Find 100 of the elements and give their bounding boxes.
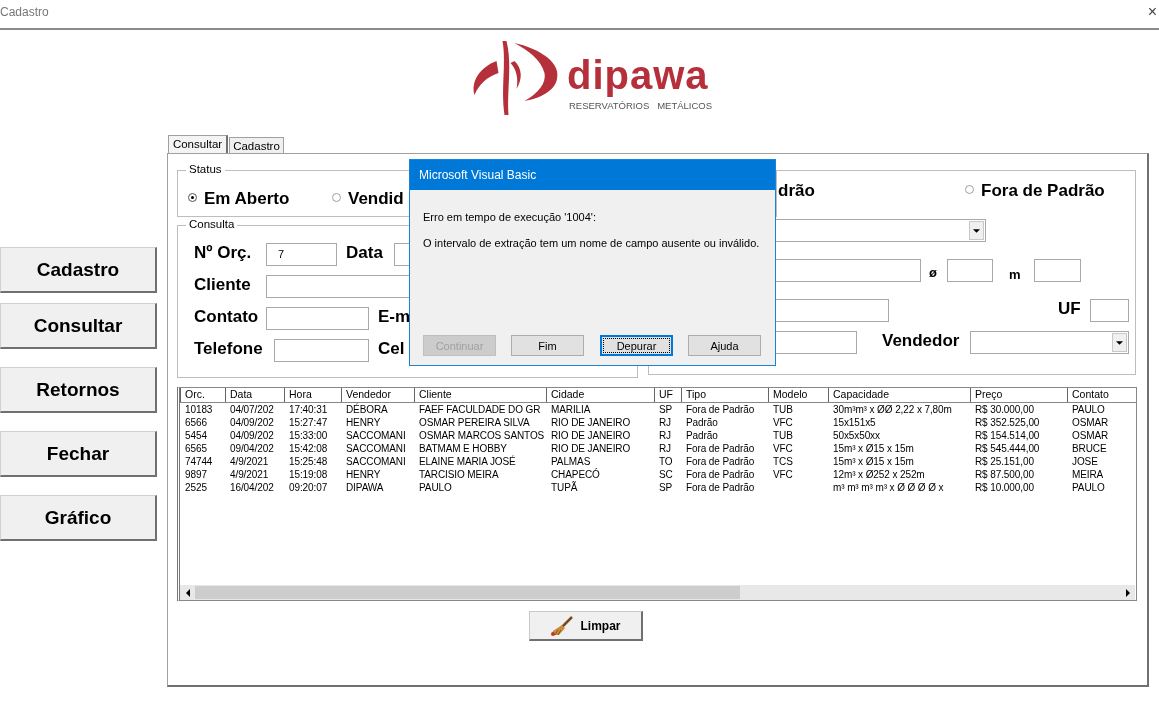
table-cell-text: 04/09/202 xyxy=(229,416,275,429)
column-header[interactable]: Cidade xyxy=(546,388,654,402)
error-message: Erro em tempo de execução '1004': xyxy=(423,211,596,223)
table-cell-text: 15:42:08 xyxy=(288,442,329,455)
table-cell-text: R$ 25.151,00 xyxy=(974,455,1035,468)
telephone-field[interactable] xyxy=(274,339,369,362)
table-cell-text: TUB xyxy=(772,403,794,416)
radio-label: Vendid xyxy=(348,188,404,210)
column-header[interactable]: Preço xyxy=(970,388,1067,402)
table-cell-text: PALMAS xyxy=(550,455,592,468)
uf-field[interactable] xyxy=(1090,299,1129,322)
table-cell-text: OSMAR xyxy=(1071,416,1110,429)
group-title: Consulta xyxy=(186,218,238,230)
diameter-field[interactable] xyxy=(947,259,993,282)
radio-label: drão xyxy=(778,180,815,202)
field-label: E-m xyxy=(378,306,411,328)
column-header[interactable]: Hora xyxy=(284,388,341,402)
column-header[interactable]: Cliente xyxy=(414,388,546,402)
column-header[interactable]: Modelo xyxy=(768,388,828,402)
table-cell-text: R$ 545.444,00 xyxy=(974,442,1041,455)
table-cell-text: 04/09/202 xyxy=(229,429,275,442)
column-header[interactable]: UF xyxy=(654,388,681,402)
radio-button[interactable] xyxy=(332,193,341,202)
table-cell-text: Fora de Padrão xyxy=(685,403,756,416)
dialog-button[interactable]: Depurar xyxy=(600,335,673,356)
table-cell-text: SACCOMANI xyxy=(345,442,407,455)
close-button[interactable]: × xyxy=(1147,3,1157,21)
table-cell-text: VFC xyxy=(772,416,794,429)
table-cell-text: 15x151x5 xyxy=(832,416,877,429)
radio-button[interactable] xyxy=(188,193,197,202)
table-cell-text: RIO DE JANEIRO xyxy=(550,442,632,455)
scroll-thumb[interactable] xyxy=(195,586,740,599)
table-cell-text: Fora de Padrão xyxy=(685,442,756,455)
table-cell-text: R$ 87.500,00 xyxy=(974,468,1035,481)
table-cell-text: 10183 xyxy=(184,403,214,416)
horizontal-scrollbar[interactable] xyxy=(180,585,1135,600)
table-cell-text: 15:33:00 xyxy=(288,429,329,442)
table-cell-text: 15:19:08 xyxy=(288,468,329,481)
table-cell-text: ELAINE MARIA JOSÉ xyxy=(418,455,517,468)
table-cell-text: m³ m³ m³ m³ x Ø Ø Ø Ø x xyxy=(832,481,945,494)
radio-label: Fora de Padrão xyxy=(981,180,1105,202)
table-cell-text: CHAPECÓ xyxy=(550,468,601,481)
table-cell-text: RJ xyxy=(658,429,673,442)
table-cell-text: JOSE xyxy=(1071,455,1099,468)
table-cell-text: PAULO xyxy=(1071,481,1106,494)
field-label: Cel xyxy=(378,338,405,360)
table-cell-text: 4/9/2021 xyxy=(229,468,270,481)
results-list[interactable] xyxy=(177,387,1137,601)
table-cell-text: R$ 30.000,00 xyxy=(974,403,1035,416)
table-cell-text: 6565 xyxy=(184,442,208,455)
field-label: Data xyxy=(346,242,383,264)
radio-button[interactable] xyxy=(965,185,974,194)
table-cell-text: BRUCE xyxy=(1071,442,1108,455)
table-cell-text: 15:27:47 xyxy=(288,416,329,429)
field-label: m xyxy=(1009,266,1021,284)
column-header[interactable]: Tipo xyxy=(681,388,768,402)
table-cell-text: 50x5x50xx xyxy=(832,429,881,442)
table-cell-text: R$ 10.000,00 xyxy=(974,481,1035,494)
contact-field[interactable] xyxy=(266,307,369,330)
dialog-button[interactable]: Fim xyxy=(511,335,584,356)
table-cell-text: 04/07/202 xyxy=(229,403,275,416)
clear-button[interactable]: Limpar xyxy=(529,611,643,641)
table-cell-text: 09:20:07 xyxy=(288,481,329,494)
table-cell-text: 15m³ x Ø15 x 15m xyxy=(832,455,915,468)
table-cell-text: SC xyxy=(658,468,674,481)
side-button[interactable]: Fechar xyxy=(0,431,157,477)
table-cell-text: SACCOMANI xyxy=(345,429,407,442)
table-cell-text: R$ 352.525,00 xyxy=(974,416,1041,429)
side-button[interactable]: Cadastro xyxy=(0,247,157,293)
side-button[interactable]: Consultar xyxy=(0,303,157,349)
table-cell-text: Padrão xyxy=(685,416,719,429)
table-cell-text: 4/9/2021 xyxy=(229,455,270,468)
table-cell-text: 15:25:48 xyxy=(288,455,329,468)
column-header[interactable]: Contato xyxy=(1067,388,1134,402)
table-cell-text: Fora de Padrão xyxy=(685,455,756,468)
side-button[interactable]: Retornos xyxy=(0,367,157,413)
table-cell-text: RIO DE JANEIRO xyxy=(550,416,632,429)
window-title: Cadastro xyxy=(0,5,49,19)
table-cell-text: 17:40:31 xyxy=(288,403,329,416)
field-label: Telefone xyxy=(194,338,263,360)
table-cell-text: 9897 xyxy=(184,468,208,481)
table-cell-text: 15m³ x Ø15 x 15m xyxy=(832,442,915,455)
radio-label: Em Aberto xyxy=(204,188,290,210)
table-cell-text: HENRY xyxy=(345,416,382,429)
group-title: Status xyxy=(186,163,225,175)
height-field[interactable] xyxy=(1034,259,1081,282)
column-header[interactable]: Vendedor xyxy=(341,388,414,402)
table-cell-text: TUPÃ xyxy=(550,481,579,494)
field-label: Nº Orç. xyxy=(194,242,252,264)
column-header[interactable]: Capacidade xyxy=(828,388,970,402)
field-label: Contato xyxy=(194,306,259,328)
order-number-field[interactable]: 7 xyxy=(266,243,337,266)
dialog-button[interactable]: Ajuda xyxy=(688,335,761,356)
side-button[interactable]: Gráfico xyxy=(0,495,157,541)
column-header[interactable]: Data xyxy=(225,388,284,402)
field-label: ø xyxy=(929,264,937,282)
table-cell-text: OSMAR xyxy=(1071,429,1110,442)
table-cell-text: Padrão xyxy=(685,429,719,442)
column-header[interactable]: Orc. xyxy=(180,388,225,402)
table-cell-text: TO xyxy=(658,455,674,468)
